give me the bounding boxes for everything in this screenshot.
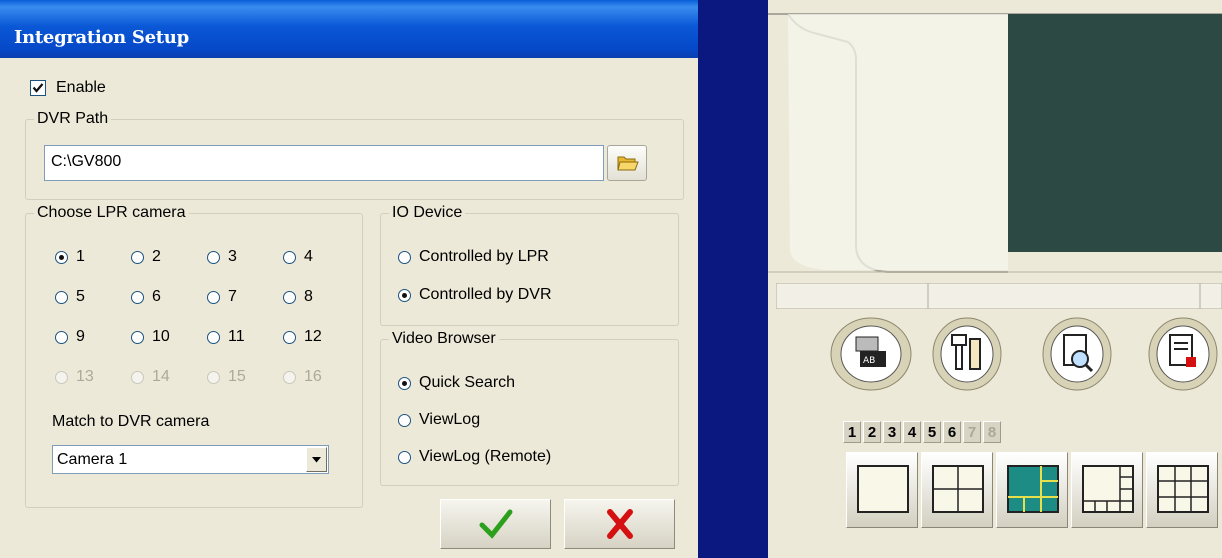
camera-digit-5[interactable]: 5 xyxy=(923,421,941,443)
radio-label: 14 xyxy=(152,368,170,385)
radio-label: 4 xyxy=(304,248,313,265)
radio-label: ViewLog xyxy=(419,411,481,428)
radio-label: 12 xyxy=(304,328,322,345)
radio-label: 6 xyxy=(152,288,161,305)
tools-button[interactable] xyxy=(926,313,1008,395)
search-document-icon xyxy=(1042,317,1112,391)
radio-button[interactable] xyxy=(207,291,220,304)
layout-8-icon xyxy=(1082,465,1134,513)
layout-6-icon xyxy=(1007,465,1059,513)
layout-4-icon xyxy=(932,465,984,513)
radio-label: 7 xyxy=(228,288,237,305)
radio-button[interactable] xyxy=(55,291,68,304)
search-document-button[interactable] xyxy=(1036,313,1118,395)
radio-button[interactable] xyxy=(283,251,296,264)
enable-checkbox[interactable] xyxy=(30,80,46,96)
radio-label: 2 xyxy=(152,248,161,265)
radio-label: Controlled by LPR xyxy=(419,248,549,265)
dropdown-arrow-button[interactable] xyxy=(306,447,327,472)
radio-button[interactable] xyxy=(131,331,144,344)
radio-button xyxy=(207,371,220,384)
layout-1-button[interactable] xyxy=(846,452,918,528)
dvr-control-panel: AB 12345678 xyxy=(768,0,1222,558)
radio-button[interactable] xyxy=(55,331,68,344)
radio-label: 3 xyxy=(228,248,237,265)
browse-folder-button[interactable] xyxy=(607,145,647,181)
dvr-camera-select[interactable]: Camera 1 xyxy=(52,445,329,474)
ok-button[interactable] xyxy=(440,499,551,549)
camera-digit-bar: 12345678 xyxy=(843,421,1003,445)
camera-digit-2[interactable]: 2 xyxy=(863,421,881,443)
radio-button[interactable] xyxy=(398,414,411,427)
radio-button[interactable] xyxy=(398,451,411,464)
radio-button[interactable] xyxy=(398,377,411,390)
radio-button[interactable] xyxy=(398,289,411,302)
layout-8-button[interactable] xyxy=(1071,452,1143,528)
layout-1-icon xyxy=(857,465,909,513)
video-preview-screen[interactable] xyxy=(1008,14,1222,252)
status-bar xyxy=(776,283,1222,309)
dvr-camera-value: Camera 1 xyxy=(57,451,128,468)
radio-button[interactable] xyxy=(283,291,296,304)
radio-button[interactable] xyxy=(207,251,220,264)
radio-label: 11 xyxy=(228,328,245,345)
cancel-button[interactable] xyxy=(564,499,675,549)
radio-label: Quick Search xyxy=(419,374,516,391)
camera-digit-3[interactable]: 3 xyxy=(883,421,901,443)
camera-digit-6[interactable]: 6 xyxy=(943,421,961,443)
radio-label: 8 xyxy=(304,288,313,305)
radio-button xyxy=(55,371,68,384)
radio-label: 5 xyxy=(76,288,85,305)
match-dvr-camera-label: Match to DVR camera xyxy=(52,413,210,430)
log-document-button[interactable] xyxy=(1142,313,1222,395)
radio-button xyxy=(283,371,296,384)
integration-setup-dialog: Integration Setup Enable DVR Path C:\GV8… xyxy=(0,0,698,558)
layout-4-button[interactable] xyxy=(921,452,993,528)
dialog-title: Integration Setup xyxy=(14,27,189,48)
camera-digit-7: 7 xyxy=(963,421,981,443)
x-mark-icon xyxy=(607,509,633,539)
layout-9-button[interactable] xyxy=(1146,452,1218,528)
checkmark-icon xyxy=(479,509,513,539)
dvr-path-legend: DVR Path xyxy=(37,110,109,127)
chevron-down-icon xyxy=(312,457,321,463)
radio-button[interactable] xyxy=(55,251,68,264)
window-divider xyxy=(698,0,768,558)
camera-digit-8: 8 xyxy=(983,421,1001,443)
radio-label: ViewLog (Remote) xyxy=(419,448,552,465)
radio-button[interactable] xyxy=(398,251,411,264)
radio-label: 13 xyxy=(76,368,94,385)
radio-button xyxy=(131,371,144,384)
log-document-icon xyxy=(1148,317,1218,391)
radio-label: 9 xyxy=(76,328,85,345)
title-bar[interactable]: Integration Setup xyxy=(0,0,698,58)
layout-6-button[interactable] xyxy=(996,452,1068,528)
tools-icon xyxy=(932,317,1002,391)
checkmark-icon xyxy=(32,83,44,93)
radio-label: Controlled by DVR xyxy=(419,286,552,303)
radio-button[interactable] xyxy=(283,331,296,344)
radio-label: 10 xyxy=(152,328,170,345)
camera-config-icon: AB xyxy=(830,317,912,391)
camera-config-button[interactable]: AB xyxy=(830,313,912,395)
layout-9-icon xyxy=(1157,465,1209,513)
dvr-path-input[interactable]: C:\GV800 xyxy=(44,145,604,181)
radio-button[interactable] xyxy=(131,251,144,264)
radio-label: 16 xyxy=(304,368,322,385)
radio-label: 1 xyxy=(76,248,85,265)
video-browser-legend: Video Browser xyxy=(392,330,496,347)
io-device-legend: IO Device xyxy=(392,204,463,221)
lpr-camera-legend: Choose LPR camera xyxy=(37,204,186,221)
radio-label: 15 xyxy=(228,368,246,385)
enable-label: Enable xyxy=(56,79,106,96)
folder-open-icon xyxy=(617,156,639,171)
radio-button[interactable] xyxy=(131,291,144,304)
svg-text:AB: AB xyxy=(863,356,875,366)
camera-digit-1[interactable]: 1 xyxy=(843,421,861,443)
radio-button[interactable] xyxy=(207,331,220,344)
camera-digit-4[interactable]: 4 xyxy=(903,421,921,443)
